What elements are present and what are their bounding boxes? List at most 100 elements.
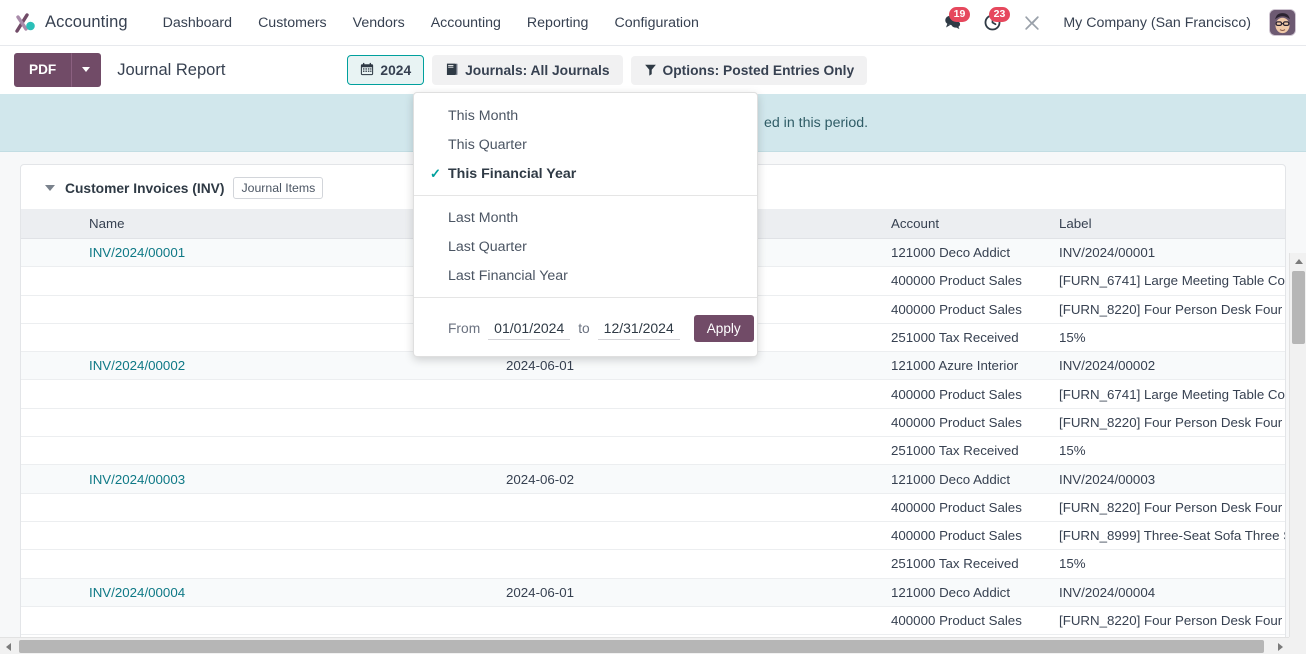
horizontal-scrollbar[interactable] xyxy=(0,637,1289,654)
cell-account: 400000 Product Sales xyxy=(881,379,1049,409)
menu-item-configuration[interactable]: Configuration xyxy=(601,9,711,37)
menu-item-accounting[interactable]: Accounting xyxy=(418,9,514,37)
messages-button[interactable]: 19 xyxy=(933,6,971,38)
date-filter-label: 2024 xyxy=(380,62,412,78)
table-row[interactable]: 251000 Tax Received 15% xyxy=(21,436,1285,466)
table-row[interactable]: 400000 Product Sales [FURN_8220] Four Per… xyxy=(21,408,1285,438)
cell-date xyxy=(496,549,881,579)
to-label: to xyxy=(578,321,590,336)
cell-account: 121000 Deco Addict xyxy=(881,578,1049,607)
menu-item-customers[interactable]: Customers xyxy=(245,9,340,37)
cell-label: 15% xyxy=(1049,436,1285,466)
cell-account: 121000 Deco Addict xyxy=(881,238,1049,268)
entry-link[interactable]: INV/2024/00001 xyxy=(89,245,185,260)
vertical-scrollbar[interactable] xyxy=(1289,253,1306,654)
company-switcher[interactable]: My Company (San Francisco) xyxy=(1053,11,1261,35)
cell-label: INV/2024/00001 xyxy=(1049,238,1285,268)
dropdown-divider-2 xyxy=(414,297,757,298)
navbar-right-tools: 19 23 My Company (San Francisco) xyxy=(933,6,1296,38)
cell-name: INV/2024/00003 xyxy=(21,464,496,494)
pdf-export-button[interactable]: PDF xyxy=(14,53,72,87)
column-header-label[interactable]: Label xyxy=(1049,209,1285,239)
options-filter-button[interactable]: Options: Posted Entries Only xyxy=(630,55,868,85)
cell-label: [FURN_6741] Large Meeting Table Conferen… xyxy=(1049,379,1285,409)
cell-label: [FURN_8220] Four Person Desk Four person xyxy=(1049,408,1285,438)
dropdown-item-label: Last Month xyxy=(448,209,519,226)
cell-date xyxy=(496,436,881,466)
cell-account: 400000 Product Sales xyxy=(881,606,1049,636)
table-row[interactable]: 251000 Tax Received 15% xyxy=(21,549,1285,579)
menu-item-vendors[interactable]: Vendors xyxy=(340,9,418,37)
custom-date-range: From to Apply xyxy=(414,305,757,356)
chevron-down-icon xyxy=(82,67,91,73)
calendar-icon xyxy=(360,62,374,78)
table-row[interactable]: 400000 Product Sales [FURN_8220] Four Per… xyxy=(21,493,1285,522)
brand-home-link[interactable]: Accounting xyxy=(14,12,128,34)
menu-item-dashboard[interactable]: Dashboard xyxy=(150,9,245,37)
pdf-button-group: PDF xyxy=(14,53,102,87)
scroll-left-arrow-icon[interactable] xyxy=(0,638,17,654)
user-avatar[interactable] xyxy=(1269,9,1296,36)
journals-filter-button[interactable]: Journals: All Journals xyxy=(432,55,623,85)
journals-filter-label: Journals: All Journals xyxy=(465,62,610,78)
date-to-input[interactable] xyxy=(597,317,680,340)
column-header-account[interactable]: Account xyxy=(881,209,1049,239)
activities-badge: 23 xyxy=(988,6,1011,22)
date-filter-button[interactable]: 2024 xyxy=(347,55,425,85)
horizontal-scroll-thumb[interactable] xyxy=(19,640,1264,653)
scroll-right-arrow-icon[interactable] xyxy=(1272,638,1289,654)
debug-menu-button[interactable] xyxy=(1013,8,1051,38)
dropdown-item-this-quarter[interactable]: This Quarter xyxy=(414,130,757,159)
cell-label: 15% xyxy=(1049,323,1285,353)
dropdown-item-last-quarter[interactable]: Last Quarter xyxy=(414,232,757,261)
dropdown-item-last-financial-year[interactable]: Last Financial Year xyxy=(414,261,757,290)
messages-badge: 19 xyxy=(948,6,971,22)
dropdown-item-label: This Quarter xyxy=(448,136,527,153)
cell-label: INV/2024/00004 xyxy=(1049,578,1285,607)
vertical-scroll-thumb[interactable] xyxy=(1292,271,1305,344)
entry-link[interactable]: INV/2024/00004 xyxy=(89,585,185,600)
cell-account: 400000 Product Sales xyxy=(881,493,1049,522)
wrench-icon xyxy=(1025,15,1040,30)
menu-item-reporting[interactable]: Reporting xyxy=(514,9,602,37)
cell-account: 251000 Tax Received xyxy=(881,436,1049,466)
cell-date xyxy=(496,606,881,636)
from-label: From xyxy=(448,321,481,336)
cell-label: INV/2024/00003 xyxy=(1049,464,1285,494)
dropdown-item-label: This Financial Year xyxy=(448,165,577,182)
cell-account: 251000 Tax Received xyxy=(881,549,1049,579)
scroll-up-arrow-icon[interactable] xyxy=(1290,253,1306,270)
cell-name xyxy=(21,436,496,466)
date-from-input[interactable] xyxy=(488,317,571,340)
caret-down-icon[interactable] xyxy=(45,185,55,191)
dropdown-item-this-financial-year[interactable]: ✓ This Financial Year xyxy=(414,159,757,188)
cell-account: 400000 Product Sales xyxy=(881,521,1049,551)
dropdown-item-this-month[interactable]: This Month xyxy=(414,101,757,130)
table-row[interactable]: 400000 Product Sales [FURN_8220] Four Per… xyxy=(21,606,1285,636)
cell-label: [FURN_6741] Large Meeting Table Conferen… xyxy=(1049,266,1285,296)
table-row[interactable]: INV/2024/00004 2024-06-01 121000 Deco Addi… xyxy=(21,578,1285,607)
page-title: Journal Report xyxy=(117,60,226,79)
odoo-logo-icon xyxy=(14,12,36,34)
journal-items-chip[interactable]: Journal Items xyxy=(233,177,324,199)
cell-date: 2024-06-02 xyxy=(496,464,881,494)
entry-link[interactable]: INV/2024/00003 xyxy=(89,472,185,487)
dropdown-item-last-month[interactable]: Last Month xyxy=(414,203,757,232)
table-row[interactable]: 400000 Product Sales [FURN_6741] Large Me… xyxy=(21,379,1285,409)
apply-date-button[interactable]: Apply xyxy=(693,315,754,342)
cell-name xyxy=(21,549,496,579)
filter-bar: 2024 Journals: All Journals Options: Pos… xyxy=(347,55,868,85)
table-row[interactable]: INV/2024/00003 2024-06-02 121000 Deco Addi… xyxy=(21,464,1285,494)
cell-name xyxy=(21,379,496,409)
pdf-dropdown-toggle[interactable] xyxy=(71,53,102,87)
cell-date xyxy=(496,493,881,522)
entry-link[interactable]: INV/2024/00002 xyxy=(89,358,185,373)
cell-date xyxy=(496,408,881,438)
table-row[interactable]: 400000 Product Sales [FURN_8999] Three-Se… xyxy=(21,521,1285,551)
activities-button[interactable]: 23 xyxy=(973,6,1011,38)
cell-date xyxy=(496,379,881,409)
cell-name xyxy=(21,493,496,522)
cell-label: INV/2024/00002 xyxy=(1049,351,1285,381)
cell-account: 251000 Tax Received xyxy=(881,323,1049,353)
check-icon: ✓ xyxy=(430,165,441,181)
